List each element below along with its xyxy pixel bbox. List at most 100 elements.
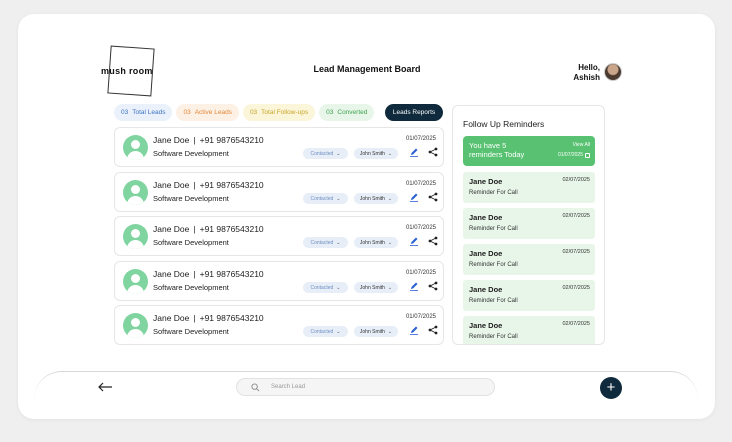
chevron-down-icon: ⌄ — [336, 328, 341, 335]
edit-icon[interactable] — [409, 147, 419, 157]
greeting-username: Ashish — [573, 73, 600, 82]
lead-date: 01/07/2025 — [405, 136, 436, 142]
reminder-text: Reminder For Call — [469, 334, 518, 340]
share-icon[interactable] — [428, 325, 438, 335]
status-dropdown[interactable]: Contacted ⌄ — [303, 148, 348, 159]
status-label: Contacted — [310, 150, 334, 157]
owner-dropdown[interactable]: John Smith ⌄ — [354, 148, 398, 159]
search-lead-input[interactable]: Search Lead — [236, 378, 495, 396]
separator: | — [193, 269, 196, 279]
edit-icon[interactable] — [409, 236, 419, 246]
owner-dropdown[interactable]: John Smith ⌄ — [354, 326, 398, 337]
chevron-down-icon: ⌄ — [387, 195, 393, 202]
stat-label: Total Follow-ups — [261, 109, 309, 116]
reminder-text: Reminder For Call — [469, 298, 518, 304]
chevron-down-icon: ⌄ — [336, 195, 341, 202]
lead-name: Jane Doe — [153, 313, 190, 323]
follow-up-reminders-panel: Follow Up Reminders You have 5 reminders… — [452, 105, 605, 345]
leads-reports-button[interactable]: Leads Reports — [385, 104, 443, 121]
reminder-item[interactable]: Jane Doe 02/07/2025 Reminder For Call — [463, 208, 595, 239]
back-arrow-icon[interactable] — [97, 380, 113, 394]
reminder-date: 02/07/2025 — [562, 321, 590, 327]
status-dropdown[interactable]: Contacted ⌄ — [303, 237, 348, 248]
edit-icon[interactable] — [409, 281, 419, 291]
chevron-down-icon: ⌄ — [336, 284, 341, 291]
lead-name: Jane Doe — [153, 269, 190, 279]
reminder-item[interactable]: Jane Doe 02/07/2025 Reminder For Call — [463, 172, 595, 203]
stat-count: 03 — [121, 109, 129, 116]
reminders-count-text: You have 5 reminders Today — [469, 141, 525, 159]
status-dropdown[interactable]: Contacted ⌄ — [303, 193, 348, 204]
lead-name: Jane Doe — [153, 135, 190, 145]
add-lead-button[interactable]: + — [600, 377, 622, 399]
lead-department: Software Development — [153, 149, 229, 158]
lead-phone: +91 9876543210 — [199, 269, 264, 279]
status-label: Contacted — [310, 284, 334, 291]
share-icon[interactable] — [428, 281, 438, 291]
status-dropdown[interactable]: Contacted ⌄ — [303, 326, 348, 337]
chevron-down-icon: ⌄ — [387, 328, 393, 335]
chevron-down-icon: ⌄ — [336, 150, 341, 157]
reminders-date[interactable]: 01/07/2025 — [558, 152, 590, 158]
stat-label: Converted — [337, 109, 368, 116]
lead-department: Software Development — [153, 194, 229, 203]
lead-phone: +91 9876543210 — [199, 180, 264, 190]
lead-avatar-icon — [123, 313, 148, 338]
status-dropdown[interactable]: Contacted ⌄ — [303, 282, 348, 293]
share-icon[interactable] — [428, 236, 438, 246]
lead-date: 01/07/2025 — [405, 270, 436, 276]
status-label: Contacted — [310, 328, 334, 335]
reminder-name: Jane Doe — [469, 213, 503, 222]
edit-icon[interactable] — [409, 192, 419, 202]
lead-name-phone: Jane Doe | +91 9876543210 — [153, 180, 264, 190]
lead-phone: +91 9876543210 — [199, 135, 264, 145]
stat-count: 03 — [249, 109, 258, 116]
lead-phone: +91 9876543210 — [199, 313, 264, 323]
separator: | — [193, 180, 196, 190]
reminder-text: Reminder For Call — [469, 190, 518, 196]
share-icon[interactable] — [428, 192, 438, 202]
chevron-down-icon: ⌄ — [387, 239, 393, 246]
lead-avatar-icon — [123, 224, 148, 249]
lead-card[interactable]: Jane Doe | +91 9876543210 Software Develop… — [114, 216, 444, 256]
reminder-item[interactable]: Jane Doe 02/07/2025 Reminder For Call — [463, 316, 595, 344]
reminders-date-value: 01/07/2025 — [557, 152, 583, 158]
owner-label: John Smith — [359, 239, 385, 246]
logo-text: mush room — [101, 66, 153, 76]
lead-card[interactable]: Jane Doe | +91 9876543210 Software Develop… — [114, 305, 444, 345]
reminder-name: Jane Doe — [469, 321, 503, 330]
chevron-down-icon: ⌄ — [387, 150, 393, 157]
stat-converted[interactable]: 03 Converted — [319, 104, 375, 121]
lead-date: 01/07/2025 — [405, 181, 436, 187]
lead-name-phone: Jane Doe | +91 9876543210 — [153, 224, 264, 234]
lead-date: 01/07/2025 — [405, 314, 436, 320]
stat-total-follow-ups[interactable]: 03 Total Follow-ups — [242, 104, 316, 121]
reminder-item[interactable]: Jane Doe 02/07/2025 Reminder For Call — [463, 280, 595, 311]
stat-total-leads[interactable]: 03 Total Leads — [114, 104, 173, 121]
separator: | — [193, 224, 196, 234]
reminders-summary-banner: You have 5 reminders Today View All 01/0… — [463, 136, 595, 166]
view-all-link[interactable]: View All — [573, 142, 590, 148]
lead-name-phone: Jane Doe | +91 9876543210 — [153, 269, 264, 279]
lead-card[interactable]: Jane Doe | +91 9876543210 Software Develop… — [114, 127, 444, 167]
lead-card[interactable]: Jane Doe | +91 9876543210 Software Develop… — [114, 172, 444, 212]
brand-logo: mush room — [101, 45, 159, 99]
stat-active-leads[interactable]: 03 Active Leads — [176, 104, 239, 121]
search-placeholder: Search Lead — [271, 384, 306, 390]
lead-name: Jane Doe — [153, 224, 190, 234]
edit-icon[interactable] — [409, 325, 419, 335]
reminder-text: Reminder For Call — [469, 226, 518, 232]
owner-dropdown[interactable]: John Smith ⌄ — [354, 237, 398, 248]
user-avatar[interactable] — [604, 63, 622, 81]
owner-dropdown[interactable]: John Smith ⌄ — [354, 193, 398, 204]
owner-dropdown[interactable]: John Smith ⌄ — [354, 282, 398, 293]
status-label: Contacted — [310, 239, 334, 246]
lead-department: Software Development — [153, 238, 229, 247]
owner-label: John Smith — [359, 284, 385, 291]
owner-label: John Smith — [359, 150, 385, 157]
reminder-item[interactable]: Jane Doe 02/07/2025 Reminder For Call — [463, 244, 595, 275]
stat-label: Active Leads — [194, 109, 232, 116]
share-icon[interactable] — [428, 147, 438, 157]
reminder-name: Jane Doe — [469, 285, 503, 294]
lead-card[interactable]: Jane Doe | +91 9876543210 Software Develop… — [114, 261, 444, 301]
